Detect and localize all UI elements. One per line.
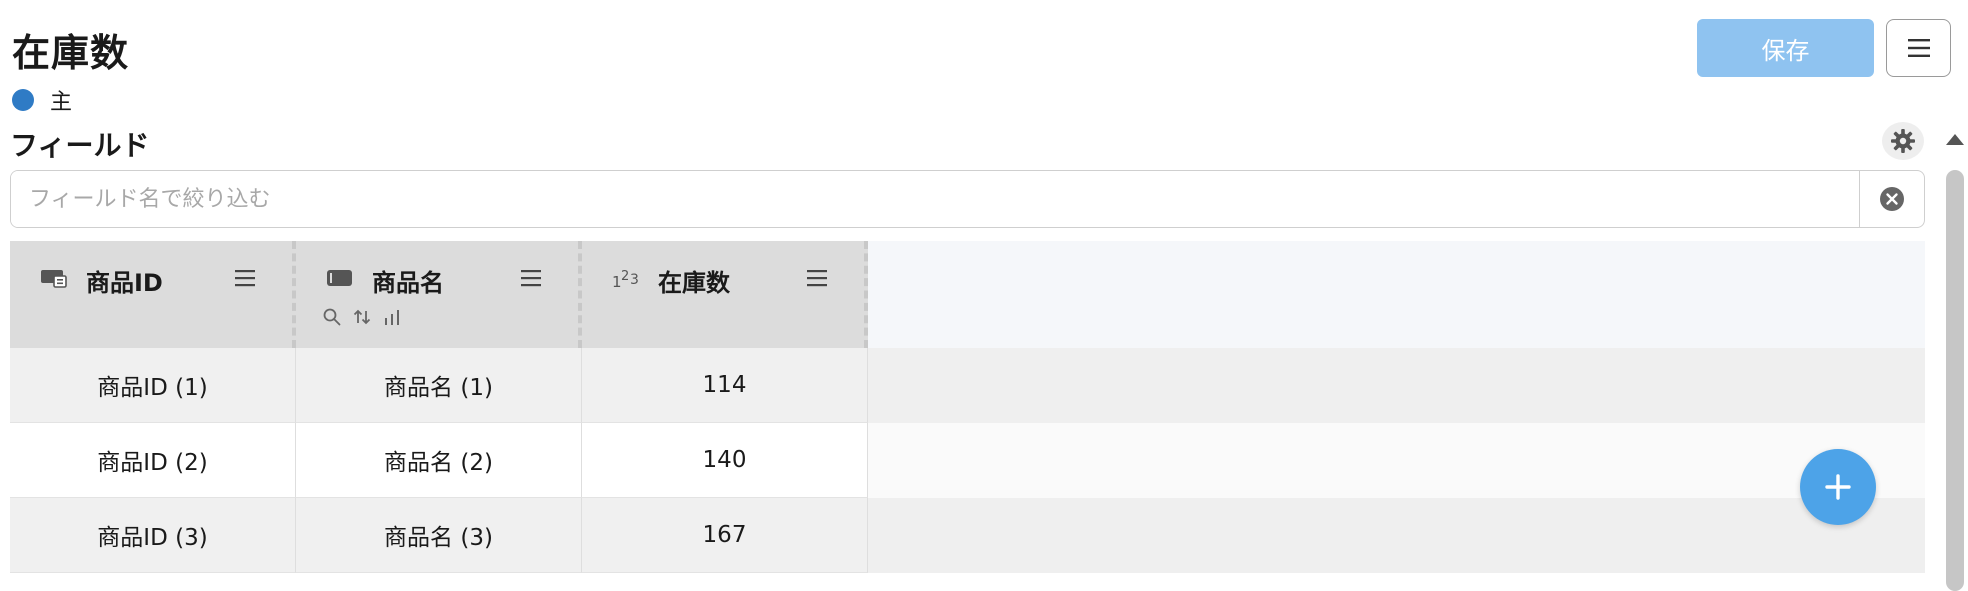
text-field-icon: [326, 267, 354, 293]
menu-button[interactable]: [1886, 19, 1951, 77]
column-header-product-id[interactable]: 商品ID: [10, 241, 296, 348]
search-icon[interactable]: [322, 307, 342, 331]
table-cell[interactable]: 167: [582, 498, 868, 573]
table-cell[interactable]: 140: [582, 423, 868, 498]
sort-icon[interactable]: [352, 307, 372, 331]
column-label: 商品ID: [86, 269, 163, 297]
table-row[interactable]: 商品ID (3) 商品名 (3) 167: [10, 498, 1925, 573]
column-header-stock[interactable]: 1 2 3 在庫数: [582, 241, 868, 348]
table-cell[interactable]: 商品名 (2): [296, 423, 582, 498]
scrollbar-thumb[interactable]: [1946, 170, 1964, 591]
legend-dot: [12, 89, 34, 111]
settings-button[interactable]: [1882, 122, 1924, 160]
column-label: 在庫数: [658, 269, 730, 297]
table-cell[interactable]: 114: [582, 348, 868, 423]
table-cell[interactable]: 商品名 (3): [296, 498, 582, 573]
clear-filter-button[interactable]: [1859, 171, 1924, 227]
bar-chart-icon[interactable]: [382, 307, 402, 331]
data-grid: 商品ID 商品名 1 2 3 在庫数 商品ID (1) 商品名 (1) 114 …: [10, 241, 1925, 576]
table-cell[interactable]: 商品名 (1): [296, 348, 582, 423]
table-row[interactable]: 商品ID (2) 商品名 (2) 140: [10, 423, 1925, 498]
column-menu-icon[interactable]: [520, 268, 542, 292]
table-row[interactable]: 商品ID (1) 商品名 (1) 114: [10, 348, 1925, 423]
number-icon: 1 2 3: [612, 267, 642, 295]
column-menu-icon[interactable]: [234, 268, 256, 292]
gear-icon: [1891, 129, 1915, 153]
field-filter: [10, 170, 1925, 228]
clear-circle-icon: [1880, 187, 1904, 211]
grid-header: 商品ID 商品名 1 2 3 在庫数: [10, 241, 1925, 348]
plus-icon: [1825, 474, 1851, 500]
table-cell[interactable]: 商品ID (1): [10, 348, 296, 423]
field-filter-input[interactable]: [11, 171, 1859, 227]
save-button[interactable]: 保存: [1697, 19, 1874, 77]
add-field-button[interactable]: [1800, 449, 1876, 525]
table-cell[interactable]: 商品ID (2): [10, 423, 296, 498]
table-cell[interactable]: 商品ID (3): [10, 498, 296, 573]
column-menu-icon[interactable]: [806, 268, 828, 292]
hamburger-icon: [1907, 39, 1930, 57]
svg-text:2: 2: [621, 269, 629, 284]
legend-label: 主: [50, 90, 73, 115]
id-card-icon: [40, 267, 68, 293]
column-label: 商品名: [372, 269, 444, 297]
fields-section-title: フィールド: [10, 129, 150, 162]
page: 在庫数 主 保存 フィールド フィールド名で絞り込む 商品ID 商品名 1 2 …: [0, 0, 1968, 591]
page-title: 在庫数: [12, 31, 130, 75]
scroll-up-arrow-icon[interactable]: [1946, 134, 1964, 145]
legend: 主: [12, 84, 72, 116]
column-header-product-name[interactable]: 商品名: [296, 241, 582, 348]
svg-text:3: 3: [630, 272, 639, 288]
column-tools: [322, 307, 402, 331]
